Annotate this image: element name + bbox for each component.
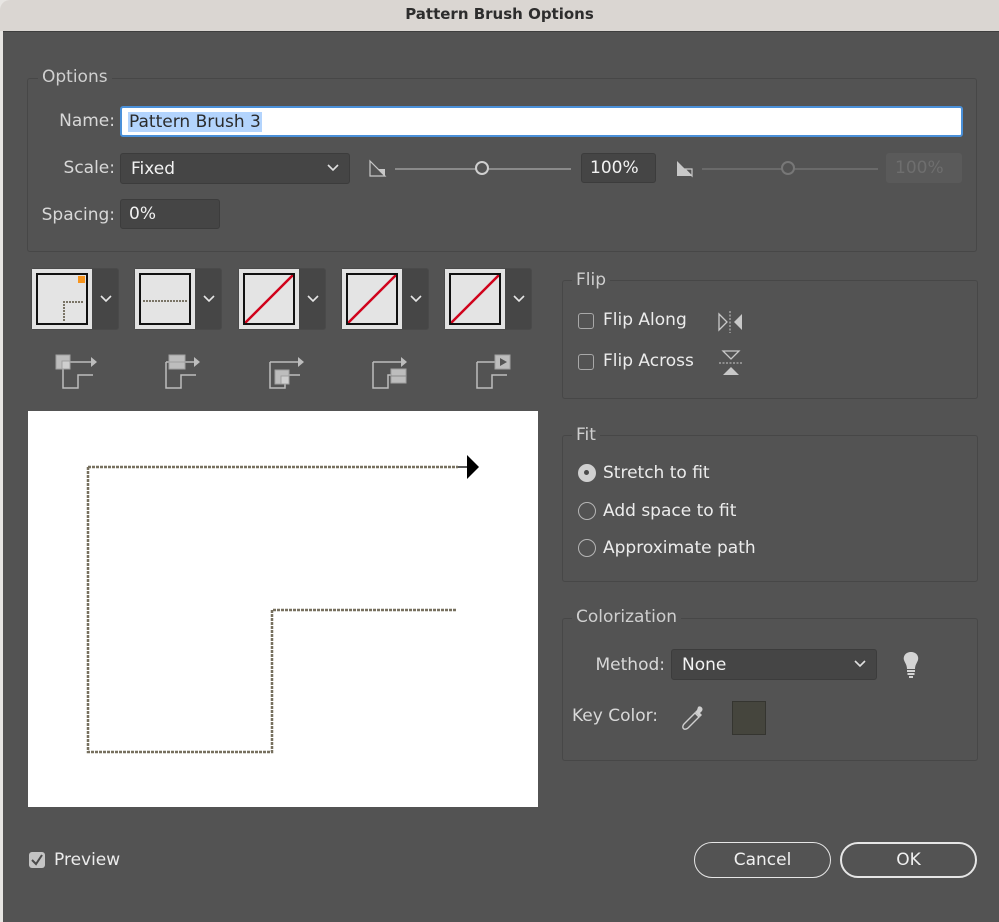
scale-dropdown[interactable]: Fixed xyxy=(120,153,350,184)
scale-percent-input[interactable]: 100% xyxy=(581,153,656,183)
spacing-input[interactable]: 0% xyxy=(120,199,220,229)
outer-corner-tile-selector[interactable] xyxy=(31,268,119,330)
method-dropdown[interactable]: None xyxy=(671,649,877,680)
stretch-to-fit-radio[interactable] xyxy=(578,464,596,482)
scale-min-icon xyxy=(369,159,387,177)
flip-across-checkbox[interactable] xyxy=(578,354,594,370)
name-label: Name: xyxy=(59,111,115,131)
spacing-input-value: 0% xyxy=(129,204,156,224)
end-tile-icon xyxy=(476,354,511,389)
scale-variation-icon xyxy=(677,161,693,178)
options-group-title: Options xyxy=(38,67,112,87)
add-space-to-fit-radio[interactable] xyxy=(578,502,596,520)
flip-group-title: Flip xyxy=(572,270,611,290)
flip-across-label[interactable]: Flip Across xyxy=(603,351,694,371)
colorization-group-title: Colorization xyxy=(572,607,682,627)
preview-checkbox[interactable] xyxy=(29,852,45,868)
key-color-swatch[interactable] xyxy=(732,701,766,735)
brush-preview-path xyxy=(86,455,479,754)
approximate-path-radio[interactable] xyxy=(578,539,596,557)
colorization-tips-icon[interactable] xyxy=(902,651,920,679)
side-tile-selector[interactable] xyxy=(134,268,222,330)
outer-corner-tile-swatch[interactable] xyxy=(32,269,92,329)
method-dropdown-value: None xyxy=(682,654,727,675)
chevron-down-icon[interactable] xyxy=(307,295,319,303)
flip-along-icon xyxy=(718,311,742,333)
chevron-down-icon[interactable] xyxy=(513,295,525,303)
scale-label: Scale: xyxy=(63,158,115,178)
colorization-group xyxy=(562,618,978,761)
checkmark-icon xyxy=(31,854,43,866)
chevron-down-icon[interactable] xyxy=(410,295,422,303)
outer-corner-tile-icon xyxy=(55,354,97,389)
dialog-body: Options Name: Pattern Brush 3 Scale: Fix… xyxy=(3,31,999,922)
start-tile-icon xyxy=(372,357,407,389)
window-title: Pattern Brush Options xyxy=(405,5,594,23)
scale-dropdown-value: Fixed xyxy=(131,158,176,179)
preview-label[interactable]: Preview xyxy=(54,850,120,870)
scale-variation-slider-thumb[interactable] xyxy=(781,161,795,175)
straight-pattern-icon xyxy=(143,300,187,302)
inner-corner-tile-icon xyxy=(269,357,304,389)
corner-pattern-icon xyxy=(63,301,84,321)
chevron-down-icon xyxy=(854,659,866,667)
path-arrow-icon xyxy=(467,455,479,479)
add-space-to-fit-label[interactable]: Add space to fit xyxy=(603,501,736,521)
approximate-path-label[interactable]: Approximate path xyxy=(603,538,756,558)
start-tile-swatch[interactable] xyxy=(342,269,402,329)
none-slash-icon xyxy=(245,275,293,323)
ok-button[interactable]: OK xyxy=(840,842,977,878)
inner-corner-tile-swatch[interactable] xyxy=(239,269,299,329)
end-tile-selector[interactable] xyxy=(444,268,532,330)
chevron-down-icon[interactable] xyxy=(100,295,112,303)
eyedropper-icon[interactable] xyxy=(680,704,708,732)
side-tile-icon xyxy=(165,354,200,389)
chevron-down-icon xyxy=(327,163,339,171)
scale-slider-thumb[interactable] xyxy=(475,161,489,175)
key-color-label: Key Color: xyxy=(572,706,659,726)
name-input-value: Pattern Brush 3 xyxy=(128,111,262,132)
cancel-button[interactable]: Cancel xyxy=(694,842,831,878)
stretch-to-fit-label[interactable]: Stretch to fit xyxy=(603,463,710,483)
title-bar: Pattern Brush Options xyxy=(0,0,999,31)
end-tile-swatch[interactable] xyxy=(445,269,505,329)
fit-group-title: Fit xyxy=(572,425,600,445)
inner-corner-tile-selector[interactable] xyxy=(238,268,326,330)
flip-group xyxy=(562,280,978,399)
flip-along-label[interactable]: Flip Along xyxy=(603,310,687,330)
scale-variation-percent-input[interactable]: 100% xyxy=(886,153,962,183)
name-input[interactable]: Pattern Brush 3 xyxy=(120,106,963,137)
flip-across-icon xyxy=(719,350,743,375)
scale-percent-value: 100% xyxy=(590,158,639,178)
none-slash-icon xyxy=(451,275,499,323)
brush-preview-canvas xyxy=(28,411,538,807)
start-tile-selector[interactable] xyxy=(341,268,429,330)
scale-variation-percent-value: 100% xyxy=(895,158,944,178)
flip-along-checkbox[interactable] xyxy=(578,313,594,329)
method-label: Method: xyxy=(595,655,666,675)
chevron-down-icon[interactable] xyxy=(203,295,215,303)
spacing-label: Spacing: xyxy=(41,205,115,225)
side-tile-swatch[interactable] xyxy=(135,269,195,329)
none-slash-icon xyxy=(348,275,396,323)
